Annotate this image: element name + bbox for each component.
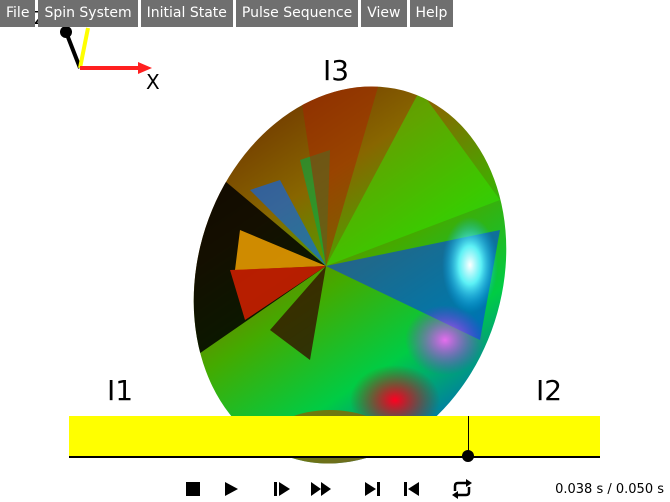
menu-help[interactable]: Help bbox=[409, 0, 454, 27]
menu-bar: File Spin System Initial State Pulse Seq… bbox=[0, 0, 454, 27]
timeline-baseline bbox=[69, 456, 600, 458]
axis-x-label: X bbox=[146, 70, 160, 94]
menu-spin-system[interactable]: Spin System bbox=[38, 0, 138, 27]
pulse-timeline-bar[interactable] bbox=[69, 416, 600, 456]
playhead-handle[interactable] bbox=[462, 450, 474, 462]
axis-z-line bbox=[78, 27, 90, 69]
menu-initial-state[interactable]: Initial State bbox=[140, 0, 233, 27]
axis-origin-dot bbox=[60, 26, 72, 38]
menu-pulse-sequence[interactable]: Pulse Sequence bbox=[235, 0, 359, 27]
menu-view[interactable]: View bbox=[361, 0, 407, 27]
menu-file[interactable]: File bbox=[0, 0, 36, 27]
